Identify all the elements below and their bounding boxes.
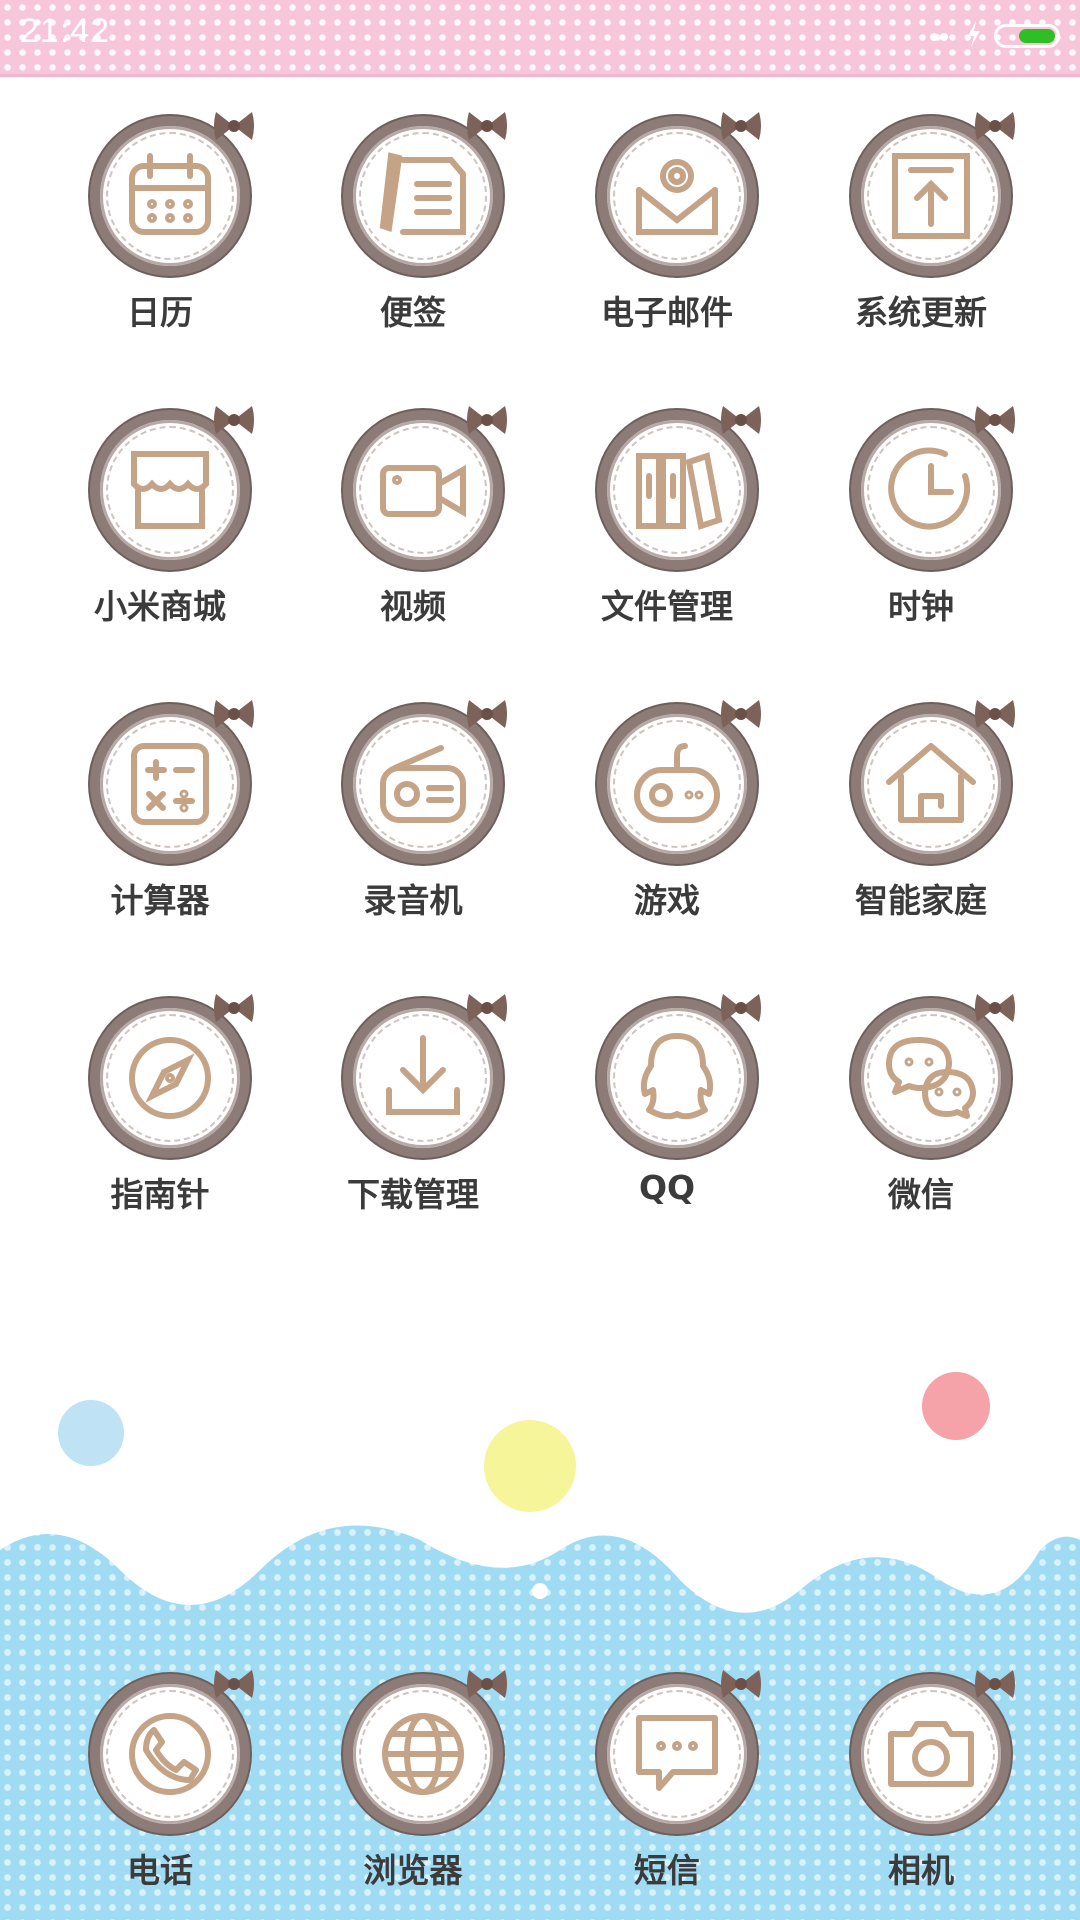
app-label: 便签 xyxy=(380,293,446,332)
app-system-update[interactable]: 系统更新 xyxy=(806,108,1036,358)
bow-icon xyxy=(975,1670,1015,1698)
bow-icon xyxy=(467,994,507,1022)
app-download-manager[interactable]: 下载管理 xyxy=(298,990,528,1240)
bow-icon xyxy=(721,1670,761,1698)
game-icon xyxy=(634,743,720,823)
recorder-icon xyxy=(380,745,466,823)
app-compass[interactable]: 指南针 xyxy=(45,990,275,1240)
app-label: 微信 xyxy=(888,1175,954,1214)
app-label: 文件管理 xyxy=(601,587,733,626)
messages-icon xyxy=(636,1715,718,1791)
app-email[interactable]: 电子邮件 xyxy=(552,108,782,358)
app-label: 相机 xyxy=(888,1851,954,1890)
app-calculator[interactable]: 计算器 xyxy=(45,696,275,946)
bow-icon xyxy=(975,406,1015,434)
app-label: 录音机 xyxy=(363,881,463,920)
calendar-icon xyxy=(129,153,211,235)
notes-icon xyxy=(379,152,466,235)
email-icon xyxy=(636,159,718,235)
home-grid: 日历 便签 电子邮件 系统更新 小米商城 视频 文件管理 时钟 计算器 录音机 … xyxy=(0,0,1080,1920)
bow-icon xyxy=(467,700,507,728)
bow-icon xyxy=(975,700,1015,728)
bow-icon xyxy=(721,994,761,1022)
video-icon xyxy=(380,464,466,518)
dock-camera[interactable]: 相机 xyxy=(806,1666,1036,1916)
dock-phone[interactable]: 电话 xyxy=(45,1666,275,1916)
app-video[interactable]: 视频 xyxy=(298,402,528,652)
dock-messages[interactable]: 短信 xyxy=(552,1666,782,1916)
qq-icon xyxy=(640,1033,714,1120)
app-label: 电话 xyxy=(127,1851,193,1890)
bow-icon xyxy=(214,1670,254,1698)
app-wechat[interactable]: 微信 xyxy=(806,990,1036,1240)
app-label: QQ xyxy=(638,1168,696,1207)
dock-browser[interactable]: 浏览器 xyxy=(298,1666,528,1916)
app-label: 电子邮件 xyxy=(601,293,733,332)
bow-icon xyxy=(214,112,254,140)
app-qq[interactable]: QQ xyxy=(552,990,782,1240)
app-mi-store[interactable]: 小米商城 xyxy=(45,402,275,652)
bow-icon xyxy=(214,406,254,434)
wechat-icon xyxy=(886,1037,976,1119)
bow-icon xyxy=(975,112,1015,140)
app-clock[interactable]: 时钟 xyxy=(806,402,1036,652)
system-update-icon xyxy=(892,153,970,239)
phone-icon xyxy=(129,1713,211,1795)
mi-store-icon xyxy=(131,451,209,529)
app-label: 短信 xyxy=(634,1851,700,1890)
browser-icon xyxy=(382,1713,464,1795)
bow-icon xyxy=(721,112,761,140)
app-label: 指南针 xyxy=(110,1175,210,1214)
app-label: 游戏 xyxy=(634,881,700,920)
app-game[interactable]: 游戏 xyxy=(552,696,782,946)
app-calendar[interactable]: 日历 xyxy=(45,108,275,358)
file-manager-icon xyxy=(636,452,723,530)
app-label: 浏览器 xyxy=(363,1851,463,1890)
app-label: 智能家庭 xyxy=(855,881,987,920)
app-notes[interactable]: 便签 xyxy=(298,108,528,358)
app-label: 下载管理 xyxy=(347,1175,479,1214)
bow-icon xyxy=(467,406,507,434)
compass-icon xyxy=(129,1037,211,1119)
app-file-manager[interactable]: 文件管理 xyxy=(552,402,782,652)
app-label: 日历 xyxy=(127,293,193,332)
bow-icon xyxy=(721,700,761,728)
bow-icon xyxy=(975,994,1015,1022)
app-label: 视频 xyxy=(380,587,446,626)
app-recorder[interactable]: 录音机 xyxy=(298,696,528,946)
app-label: 计算器 xyxy=(110,881,210,920)
bow-icon xyxy=(467,112,507,140)
bow-icon xyxy=(214,700,254,728)
app-label: 系统更新 xyxy=(855,293,987,332)
smart-home-icon xyxy=(886,743,976,823)
download-icon xyxy=(386,1035,460,1115)
camera-icon xyxy=(888,1721,974,1787)
bow-icon xyxy=(721,406,761,434)
app-smart-home[interactable]: 智能家庭 xyxy=(806,696,1036,946)
bow-icon xyxy=(467,1670,507,1698)
app-label: 小米商城 xyxy=(94,587,226,626)
app-label: 时钟 xyxy=(888,587,954,626)
clock-icon xyxy=(888,447,971,530)
bow-icon xyxy=(214,994,254,1022)
calculator-icon xyxy=(131,743,209,825)
